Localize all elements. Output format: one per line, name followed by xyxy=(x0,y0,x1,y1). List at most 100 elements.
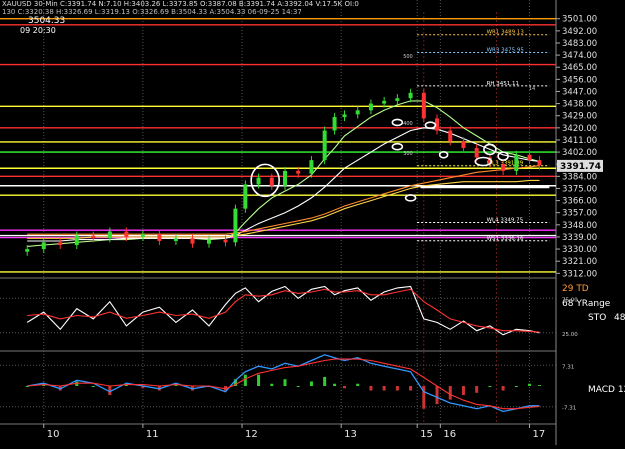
stoch-level-label: 25.00 xyxy=(562,332,578,338)
price-tick-label: 3312.00 xyxy=(562,269,597,279)
macd-histogram-bar xyxy=(409,386,413,391)
candle-body xyxy=(157,234,162,241)
time-tick-label: 11 xyxy=(146,429,159,440)
candle-body xyxy=(124,231,129,237)
price-tick-label: 3330.00 xyxy=(562,245,597,255)
header-ohlc-line: XAUUSD 30-Min C:3391.74 N:7.10 H:3403.26… xyxy=(2,0,359,8)
candle-body xyxy=(395,98,400,101)
pivot-level-label: WR1 3489.13 xyxy=(487,30,525,36)
time-tick-label: 17 xyxy=(533,429,546,440)
macd-histogram-bar xyxy=(382,386,386,391)
candle-body xyxy=(243,184,248,209)
candle-body xyxy=(355,110,360,115)
candle-body xyxy=(256,177,261,185)
price-tick-label: 3438.00 xyxy=(562,100,597,110)
candle-body xyxy=(342,114,347,118)
candle-body xyxy=(368,103,373,111)
price-tick-label: 3384.00 xyxy=(562,172,597,182)
macd-histogram-bar xyxy=(488,386,492,387)
macd-histogram-bar xyxy=(309,381,313,386)
macd-histogram-bar xyxy=(257,374,261,386)
price-tick-label: 3348.00 xyxy=(562,221,597,231)
macd-histogram-bar xyxy=(369,386,373,391)
candle-body xyxy=(461,141,466,149)
small-level-text: 14 xyxy=(529,86,535,92)
macd-histogram-bar xyxy=(270,383,274,386)
candle-body xyxy=(382,100,387,104)
pivot-level-label: RH 3451.11 xyxy=(487,81,519,87)
chart-canvas[interactable]: 3501.00 3492.00 3483.00 3474.00 3465.00 3456.… xyxy=(0,0,625,445)
price-tick-label: 3501.00 xyxy=(562,15,597,25)
macd-histogram-bar xyxy=(528,383,532,386)
time-tick-label: 15 xyxy=(420,429,433,440)
candle-body xyxy=(190,238,195,244)
macd-histogram-bar xyxy=(448,386,452,400)
price-tick-label: 3339.00 xyxy=(562,233,597,243)
candle-body xyxy=(173,238,178,241)
price-tick-label: 3420.00 xyxy=(562,124,597,134)
macd-histogram-bar xyxy=(296,386,300,387)
macd-histogram-bar xyxy=(283,379,287,386)
stoch-label: STO xyxy=(588,313,606,323)
candle-body xyxy=(421,92,426,119)
price-tick-label: 3366.00 xyxy=(562,197,597,207)
candle-body xyxy=(309,160,314,174)
macd-level-label: -7.31 xyxy=(562,406,576,412)
pivot-level-label: WS1 3336.16 xyxy=(487,236,524,242)
macd-level-label: 7.31 xyxy=(562,364,574,370)
macd-histogram-bar xyxy=(461,386,465,396)
macd-histogram-bar xyxy=(537,385,541,386)
candle-body xyxy=(283,170,287,186)
price-tick-label: 3357.00 xyxy=(562,209,597,219)
macd-histogram-bar xyxy=(333,383,337,386)
price-tick-label: 3456.00 xyxy=(562,75,597,85)
stoch-level-label: 75.00 xyxy=(562,297,578,303)
price-tick-label: 3375.00 xyxy=(562,184,597,194)
macd-histogram-bar xyxy=(91,386,95,387)
pivot-level-label: WR3 3475.95 xyxy=(487,47,525,53)
price-tick-label: 3411.00 xyxy=(562,136,597,146)
candle-body xyxy=(408,92,413,99)
candle-body xyxy=(296,170,301,174)
small-level-text: 400 xyxy=(403,121,413,127)
macd-histogram-bar xyxy=(475,386,479,393)
candle-body xyxy=(107,231,112,239)
candle-body xyxy=(58,242,63,246)
candle-body xyxy=(233,208,238,243)
candle-body xyxy=(514,154,519,171)
header-indicator-line: 130 C:3320.38 H:3326.69 L:3319.13 O:3326… xyxy=(2,8,302,16)
macd-histogram-bar xyxy=(323,376,327,386)
header-price: 3504.33 xyxy=(28,16,66,26)
candle-body xyxy=(322,130,327,161)
macd-histogram-bar xyxy=(514,386,518,387)
candle-body xyxy=(25,249,30,252)
candle-body xyxy=(527,154,532,161)
candle-body xyxy=(332,117,337,131)
header-time: 09 20:30 xyxy=(20,26,56,35)
price-tick-label: 3483.00 xyxy=(562,39,597,49)
price-tick-label: 3465.00 xyxy=(562,63,597,73)
candle-body xyxy=(269,177,274,186)
candle-body xyxy=(91,235,96,239)
stoch-value: 48 xyxy=(614,313,625,323)
small-level-text: 300 xyxy=(403,151,413,157)
time-tick-label: 12 xyxy=(245,429,258,440)
chart-window: 3501.00 3492.00 3483.00 3474.00 3465.00 3456.… xyxy=(0,0,625,445)
macd-histogram-bar xyxy=(356,383,360,386)
td-label: 29 TD xyxy=(562,284,589,294)
candle-body xyxy=(140,234,145,237)
candle-body xyxy=(74,235,79,246)
pivot-level-label: WL4 3349.75 xyxy=(487,217,524,223)
candle-body xyxy=(474,148,479,158)
time-tick-label: 16 xyxy=(443,429,456,440)
time-tick-label: 10 xyxy=(47,429,60,440)
macd-histogram-bar xyxy=(395,386,399,391)
macd-histogram-bar xyxy=(342,386,346,389)
time-tick-label: 13 xyxy=(344,429,357,440)
macd-histogram-bar xyxy=(243,374,247,386)
small-level-text: 500 xyxy=(403,54,413,60)
price-tick-label: 3474.00 xyxy=(562,51,597,61)
macd-histogram-bar xyxy=(501,386,505,391)
candle-body xyxy=(537,160,542,166)
price-tick-label: 3321.00 xyxy=(562,257,597,267)
